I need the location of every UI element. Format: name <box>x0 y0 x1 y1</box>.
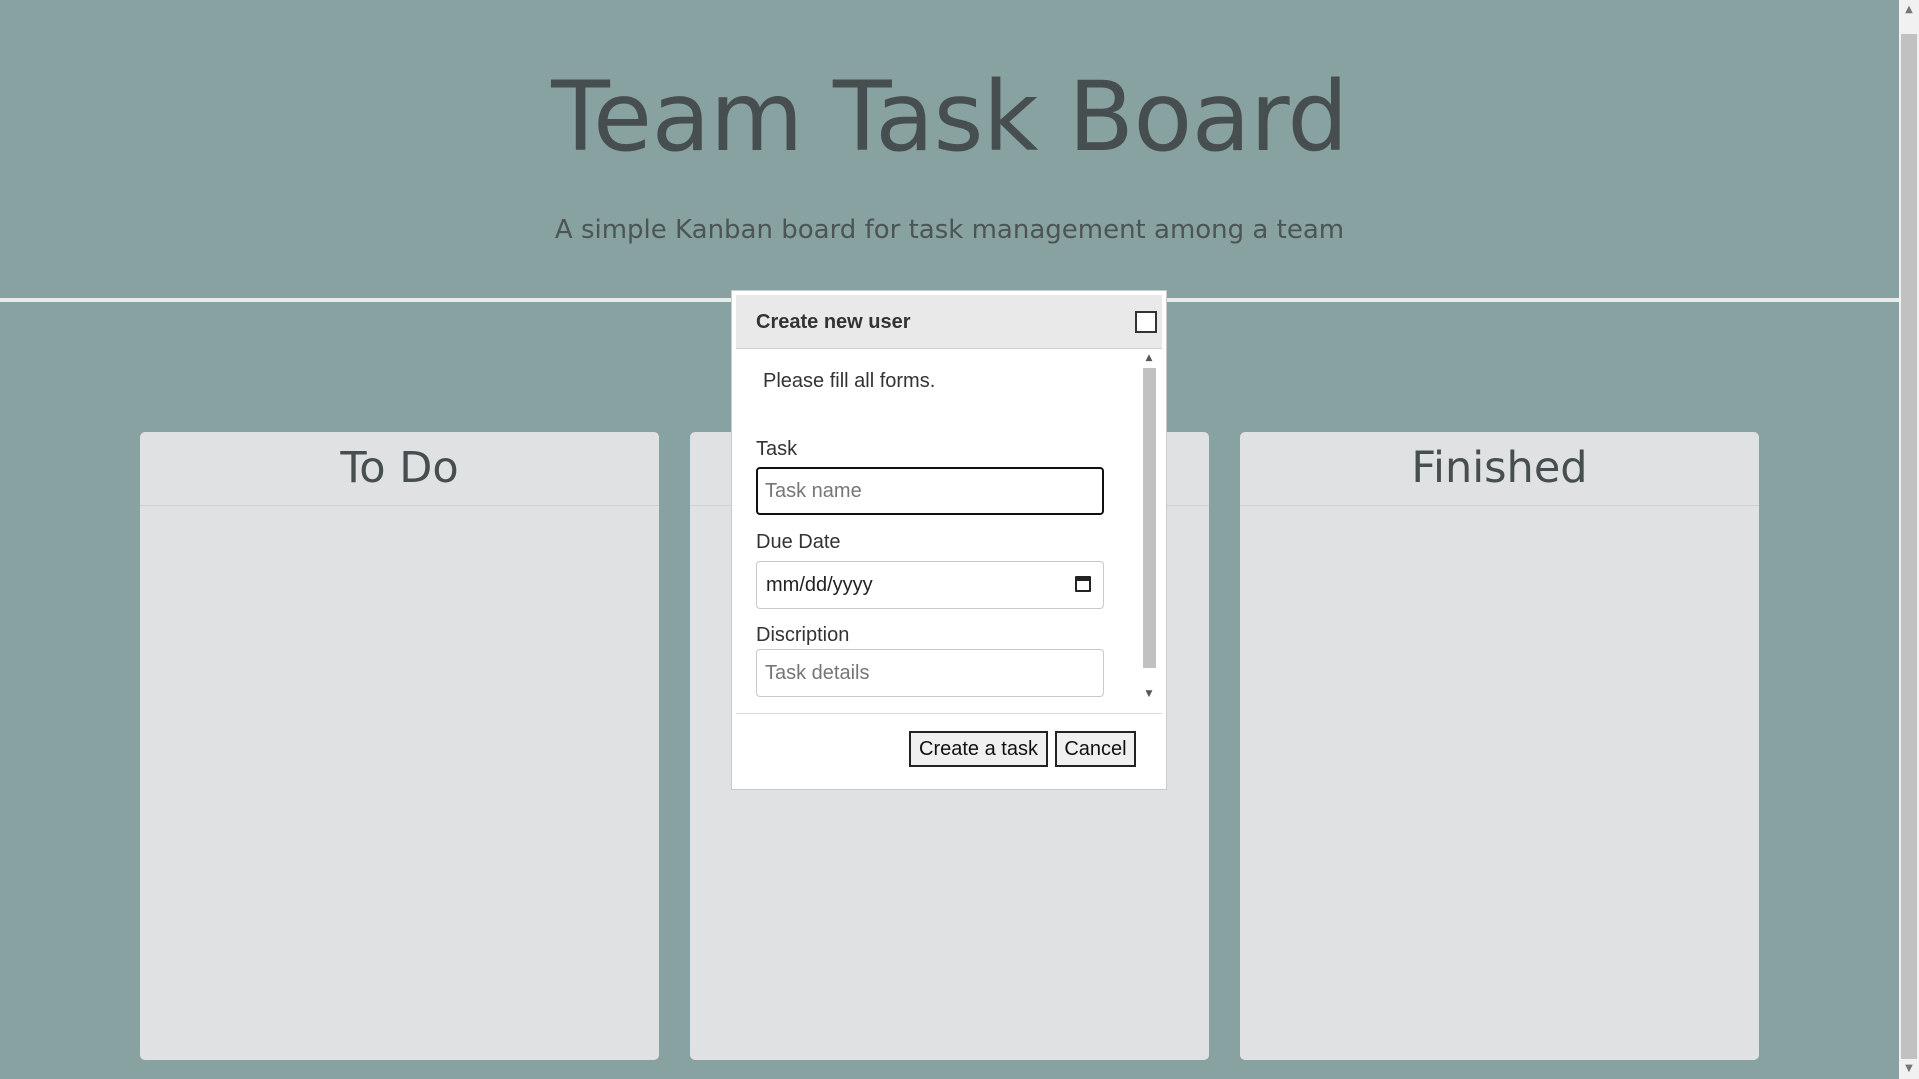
description-label: Discription <box>756 624 850 645</box>
cancel-button[interactable]: Cancel <box>1055 731 1136 767</box>
calendar-icon[interactable] <box>1075 576 1091 592</box>
modal-message: Please fill all forms. <box>763 370 936 392</box>
description-input[interactable] <box>756 649 1104 697</box>
page-header: Team Task Board A simple Kanban board fo… <box>0 0 1899 300</box>
modal-scrollbar-thumb[interactable] <box>1143 368 1156 668</box>
modal-scroll-up-arrow-icon[interactable]: ▲ <box>1140 350 1158 366</box>
modal-footer-divider <box>736 713 1162 714</box>
task-name-input[interactable] <box>756 467 1104 515</box>
modal-title: Create new user <box>756 311 911 333</box>
create-task-button[interactable]: Create a task <box>909 731 1048 767</box>
page-scrollbar[interactable]: ▲ ▼ <box>1899 0 1919 1079</box>
column-todo[interactable]: To Do <box>140 432 659 1060</box>
modal-body: Please fill all forms. Task Due Date mm/… <box>736 349 1162 645</box>
due-date-input[interactable]: mm/dd/yyyy <box>756 561 1104 609</box>
scroll-up-arrow-icon[interactable]: ▲ <box>1899 0 1919 20</box>
due-date-label: Due Date <box>756 531 841 553</box>
column-finished[interactable]: Finished <box>1240 432 1759 1060</box>
due-date-placeholder: mm/dd/yyyy <box>766 574 873 596</box>
page-scrollbar-thumb[interactable] <box>1901 34 1917 1059</box>
column-todo-title: To Do <box>140 432 659 506</box>
close-icon[interactable] <box>1135 311 1157 333</box>
modal-scroll-down-arrow-icon[interactable]: ▼ <box>1140 686 1158 702</box>
page: Team Task Board A simple Kanban board fo… <box>0 0 1919 1079</box>
modal-header: Create new user <box>736 295 1162 349</box>
task-label: Task <box>756 438 798 460</box>
modal-scrollbar[interactable]: ▲ ▼ <box>1140 350 1158 702</box>
create-user-modal: Create new user Please fill all forms. T… <box>731 290 1167 790</box>
column-finished-title: Finished <box>1240 432 1759 506</box>
page-title: Team Task Board <box>551 61 1348 173</box>
page-subtitle: A simple Kanban board for task managemen… <box>554 215 1345 245</box>
scroll-down-arrow-icon[interactable]: ▼ <box>1899 1059 1919 1079</box>
